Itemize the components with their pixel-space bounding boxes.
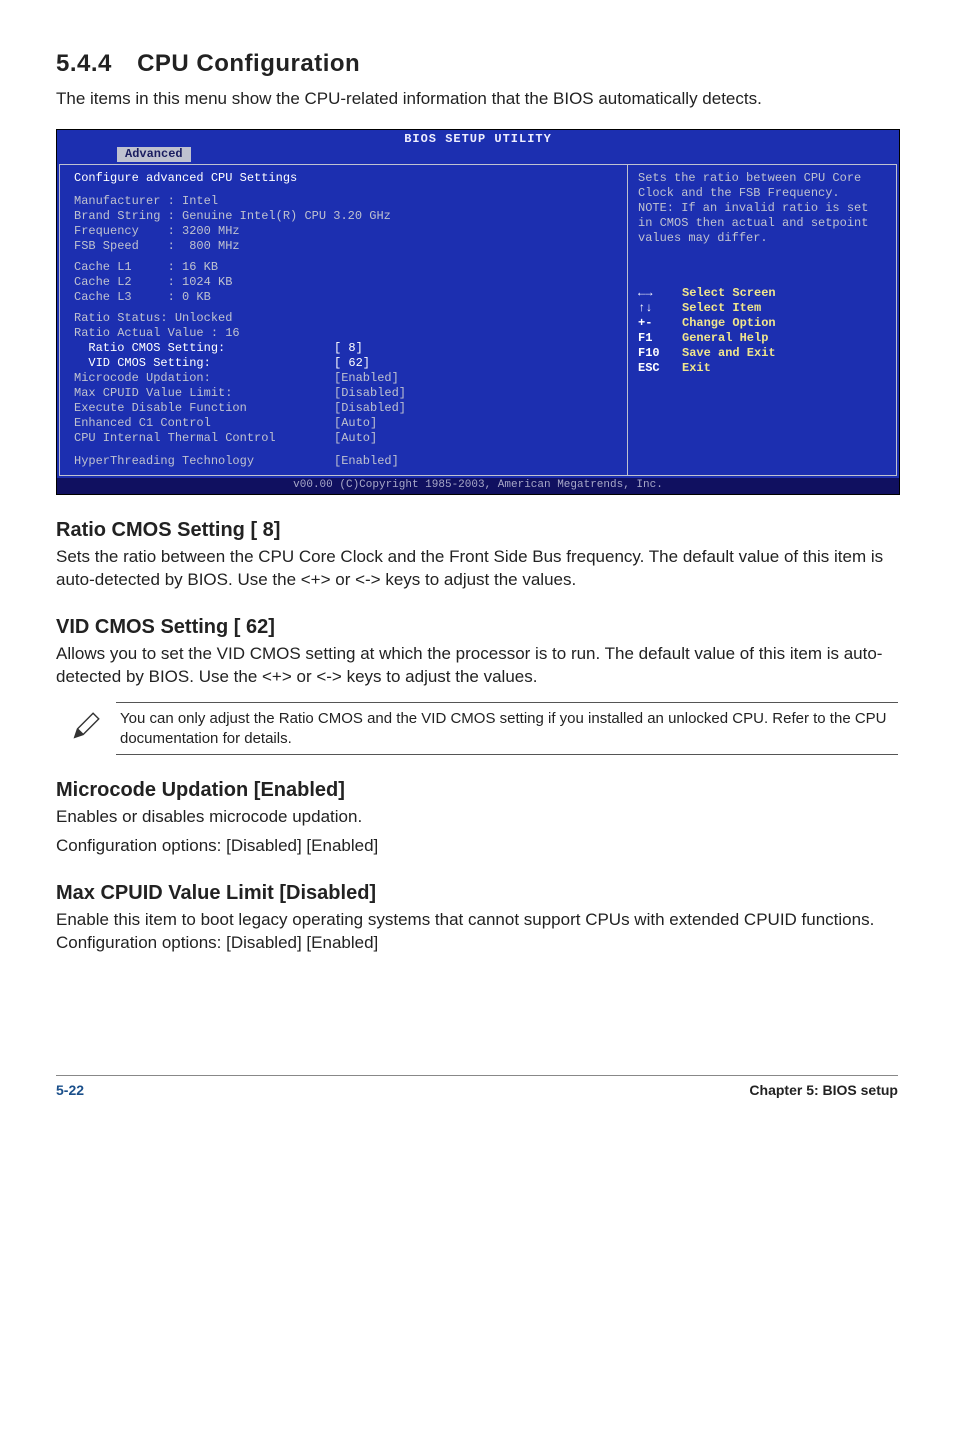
page-number: 5-22 [56,1082,84,1098]
note-box: You can only adjust the Ratio CMOS and t… [56,702,898,755]
bios-setting-row[interactable]: HyperThreading Technology[Enabled] [74,454,617,469]
bios-nav-row: ESCExit [638,361,886,376]
bios-nav-keys: ←→Select Screen ↑↓Select Item +-Change O… [638,286,886,376]
bios-right-panel: Sets the ratio between CPU Core Clock an… [627,164,897,476]
section-intro: The items in this menu show the CPU-rela… [56,88,898,111]
subheading-vid: VID CMOS Setting [ 62] [56,616,898,639]
bios-setting-row[interactable]: VID CMOS Setting:[ 62] [74,356,617,371]
bios-nav-row: ←→Select Screen [638,286,886,301]
bios-left-panel: Configure advanced CPU Settings Manufact… [59,164,627,476]
bios-setting-row[interactable]: Ratio CMOS Setting:[ 8] [74,341,617,356]
bios-settings-block: Ratio CMOS Setting:[ 8] VID CMOS Setting… [74,341,617,446]
bios-info-row: Cache L3 : 0 KB [74,290,617,305]
bios-info-row: FSB Speed : 800 MHz [74,239,617,254]
bios-tab-advanced[interactable]: Advanced [117,147,191,162]
page-footer: 5-22 Chapter 5: BIOS setup [56,1075,898,1098]
bios-status-row: Ratio Actual Value : 16 [74,326,617,341]
bios-setting-row[interactable]: Max CPUID Value Limit:[Disabled] [74,386,617,401]
chapter-label: Chapter 5: BIOS setup [749,1082,898,1098]
bios-info-row: Cache L2 : 1024 KB [74,275,617,290]
bios-nav-row: F1General Help [638,331,886,346]
bios-status-row: Ratio Status: Unlocked [74,311,617,326]
bios-setting-row[interactable]: Execute Disable Function[Disabled] [74,401,617,416]
bios-setting-row[interactable]: Enhanced C1 Control[Auto] [74,416,617,431]
bios-info-block: Manufacturer : Intel Brand String : Genu… [74,194,617,305]
bios-title: BIOS SETUP UTILITY [57,130,899,147]
body-text: Allows you to set the VID CMOS setting a… [56,643,898,689]
note-text: You can only adjust the Ratio CMOS and t… [116,702,898,755]
bios-setting-row[interactable]: Microcode Updation:[Enabled] [74,371,617,386]
subheading-maxcpuid: Max CPUID Value Limit [Disabled] [56,882,898,905]
body-text: Enables or disables microcode updation. [56,806,898,829]
bios-nav-row: F10Save and Exit [638,346,886,361]
subheading-microcode: Microcode Updation [Enabled] [56,779,898,802]
body-text: Configuration options: [Disabled] [Enabl… [56,835,898,858]
bios-info-row: Frequency : 3200 MHz [74,224,617,239]
bios-nav-row: ↑↓Select Item [638,301,886,316]
bios-tabs: Advanced [57,147,899,162]
pencil-icon [56,709,116,748]
bios-info-row: Brand String : Genuine Intel(R) CPU 3.20… [74,209,617,224]
bios-nav-row: +-Change Option [638,316,886,331]
bios-footer: v00.00 (C)Copyright 1985-2003, American … [57,478,899,494]
bios-help-text: Sets the ratio between CPU Core Clock an… [638,171,886,246]
subheading-ratio: Ratio CMOS Setting [ 8] [56,519,898,542]
page-container: 5.4.4 CPU Configuration The items in thi… [0,0,954,1128]
body-text: Enable this item to boot legacy operatin… [56,909,898,955]
bios-setting-row[interactable]: CPU Internal Thermal Control[Auto] [74,431,617,446]
bios-info-row: Manufacturer : Intel [74,194,617,209]
bios-info-row: Cache L1 : 16 KB [74,260,617,275]
bios-left-heading: Configure advanced CPU Settings [74,171,617,186]
section-title: CPU Configuration [137,50,360,77]
bios-screenshot: BIOS SETUP UTILITY Advanced Configure ad… [56,129,900,495]
body-text: Sets the ratio between the CPU Core Cloc… [56,546,898,592]
section-heading: 5.4.4 CPU Configuration [56,50,898,78]
section-number: 5.4.4 [56,50,112,78]
